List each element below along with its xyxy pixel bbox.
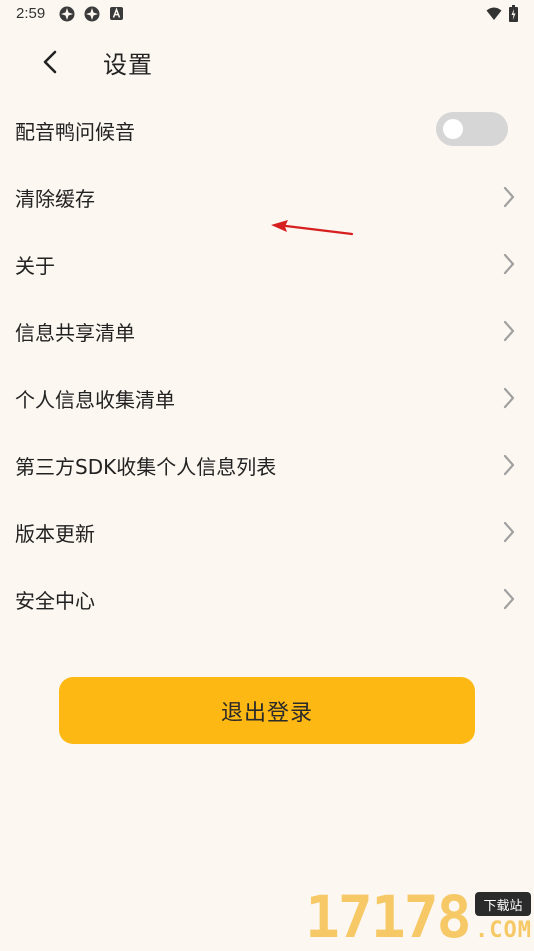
setting-version-update[interactable]: 版本更新	[0, 498, 534, 565]
setting-label: 配音鸭问候音	[15, 120, 135, 144]
logout-button[interactable]: 退出登录	[59, 677, 475, 744]
app-notification-icon	[59, 6, 75, 22]
status-bar: 2:59	[0, 0, 534, 28]
setting-label: 清除缓存	[15, 187, 95, 211]
toggle-knob	[443, 119, 463, 139]
settings-list: 配音鸭问候音 清除缓存 关于 信息共享清单 个人信息收集清单 第三方SDK收集个…	[0, 96, 534, 632]
chevron-right-icon	[503, 588, 515, 610]
top-bar: 设置	[0, 32, 534, 90]
chevron-right-icon	[503, 387, 515, 409]
setting-personal-info-collection[interactable]: 个人信息收集清单	[0, 364, 534, 431]
greeting-sound-toggle[interactable]	[436, 112, 508, 146]
setting-label: 版本更新	[15, 522, 95, 546]
watermark-number: 17178	[305, 883, 472, 951]
chevron-right-icon	[503, 320, 515, 342]
setting-label: 安全中心	[15, 589, 95, 613]
chevron-left-icon	[43, 50, 57, 74]
chevron-right-icon	[503, 454, 515, 476]
watermark-suffix: .COM	[475, 918, 532, 943]
setting-greeting-sound: 配音鸭问候音	[0, 96, 534, 163]
chevron-right-icon	[503, 521, 515, 543]
annotation-arrow-icon	[271, 220, 354, 236]
chevron-right-icon	[503, 253, 515, 275]
setting-clear-cache[interactable]: 清除缓存	[0, 163, 534, 230]
watermark-badge: 下载站	[475, 892, 531, 916]
a-notification-icon	[110, 7, 123, 20]
status-time: 2:59	[16, 5, 46, 22]
setting-info-sharing-list[interactable]: 信息共享清单	[0, 297, 534, 364]
setting-security-center[interactable]: 安全中心	[0, 565, 534, 632]
chevron-right-icon	[503, 186, 515, 208]
wifi-icon	[486, 7, 502, 20]
setting-about[interactable]: 关于	[0, 230, 534, 297]
site-watermark: 17178 下载站 .COM	[305, 884, 533, 950]
app-notification-icon	[84, 6, 100, 22]
back-button[interactable]	[30, 42, 70, 82]
setting-third-party-sdk[interactable]: 第三方SDK收集个人信息列表	[0, 431, 534, 498]
setting-label: 关于	[15, 254, 55, 278]
page-title: 设置	[103, 51, 153, 79]
setting-label: 个人信息收集清单	[15, 388, 175, 412]
setting-label: 第三方SDK收集个人信息列表	[15, 455, 277, 479]
battery-icon	[509, 5, 518, 22]
setting-label: 信息共享清单	[15, 321, 135, 345]
